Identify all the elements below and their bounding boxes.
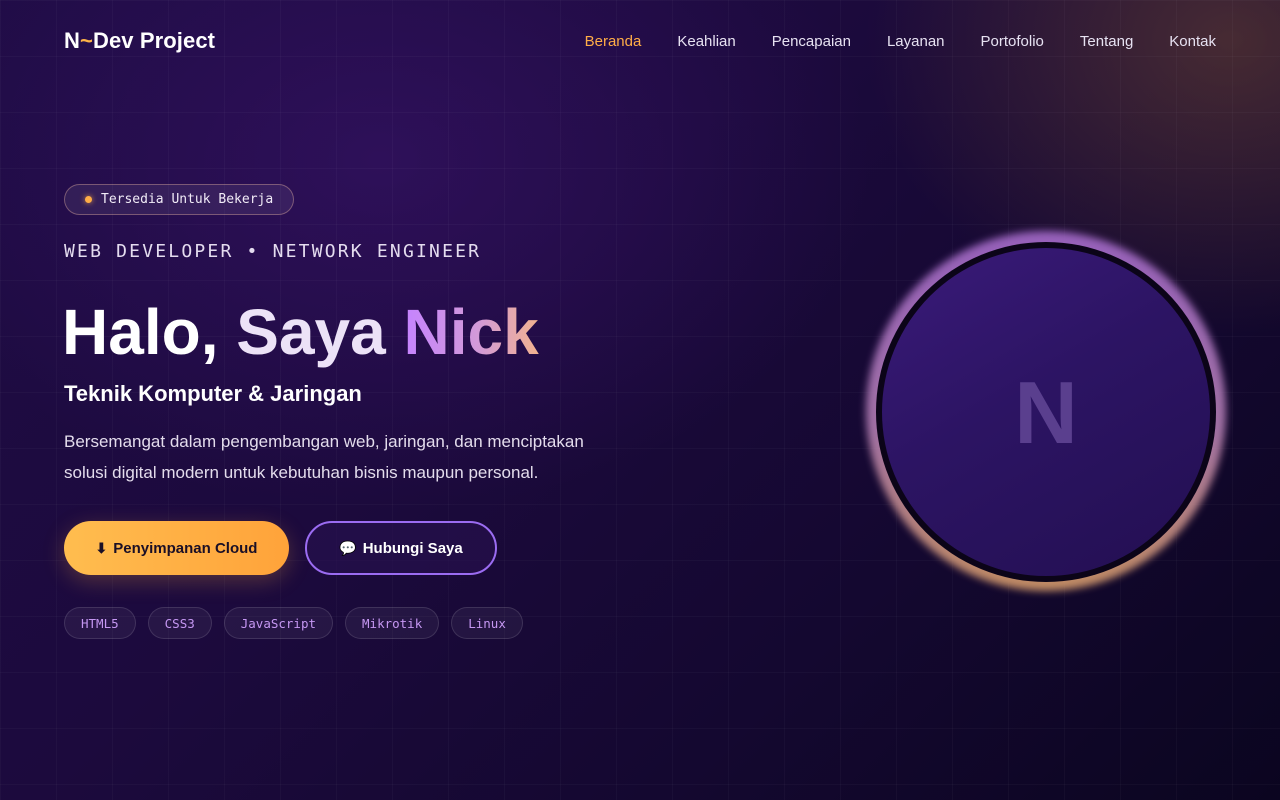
availability-badge: Tersedia Untuk Bekerja: [64, 184, 295, 215]
skill-tags: HTML5 CSS3 JavaScript Mikrotik Linux: [64, 607, 535, 639]
nav-link-kontak[interactable]: Kontak: [1169, 33, 1216, 50]
top-navigation: N~Dev Project Beranda Keahlian Pencapaia…: [64, 26, 1216, 56]
headline-greeting: Halo,: [62, 296, 219, 368]
headline-name: Nick: [403, 296, 539, 368]
skill-tag-mikrotik: Mikrotik: [345, 607, 440, 639]
nav-link-tentang[interactable]: Tentang: [1080, 33, 1133, 50]
avatar: N: [882, 248, 1210, 576]
nav-link-portofolio[interactable]: Portofolio: [981, 33, 1044, 50]
status-dot-icon: [85, 196, 92, 203]
skill-tag-css3: CSS3: [147, 607, 212, 639]
avatar-initial: N: [1014, 363, 1078, 462]
nav-link-layanan[interactable]: Layanan: [887, 33, 945, 50]
hero-subtitle: Teknik Komputer & Jaringan: [64, 381, 362, 406]
contact-me-button[interactable]: 💬 Hubungi Saya: [305, 521, 497, 575]
site-logo[interactable]: N~Dev Project: [64, 28, 215, 54]
nav-link-pencapaian[interactable]: Pencapaian: [772, 33, 851, 50]
chat-bubble-icon: 💬: [339, 539, 357, 556]
logo-suffix: Dev Project: [92, 28, 216, 53]
hero-description: Bersemangat dalam pengembangan web, jari…: [64, 432, 584, 482]
availability-badge-label: Tersedia Untuk Bekerja: [101, 192, 274, 207]
logo-prefix: N: [64, 28, 80, 53]
cloud-storage-button-label: Penyimpanan Cloud: [113, 539, 258, 557]
nav-link-beranda[interactable]: Beranda: [585, 33, 642, 50]
contact-me-button-label: Hubungi Saya: [362, 539, 463, 557]
skill-tag-html5: HTML5: [64, 607, 136, 639]
nav-links: Beranda Keahlian Pencapaian Layanan Port…: [549, 33, 1216, 50]
cloud-storage-button[interactable]: ⬇ Penyimpanan Cloud: [64, 521, 289, 575]
skill-tag-linux: Linux: [451, 607, 523, 639]
headline-saya: Saya: [236, 296, 386, 368]
role-tagline: WEB DEVELOPER • NETWORK ENGINEER: [64, 241, 482, 262]
hero-headline: Halo, Saya Nick: [62, 294, 539, 370]
download-icon: ⬇: [95, 539, 108, 556]
nav-link-keahlian[interactable]: Keahlian: [677, 33, 735, 50]
skill-tag-javascript: JavaScript: [223, 607, 334, 639]
logo-tilde: ~: [80, 28, 93, 53]
